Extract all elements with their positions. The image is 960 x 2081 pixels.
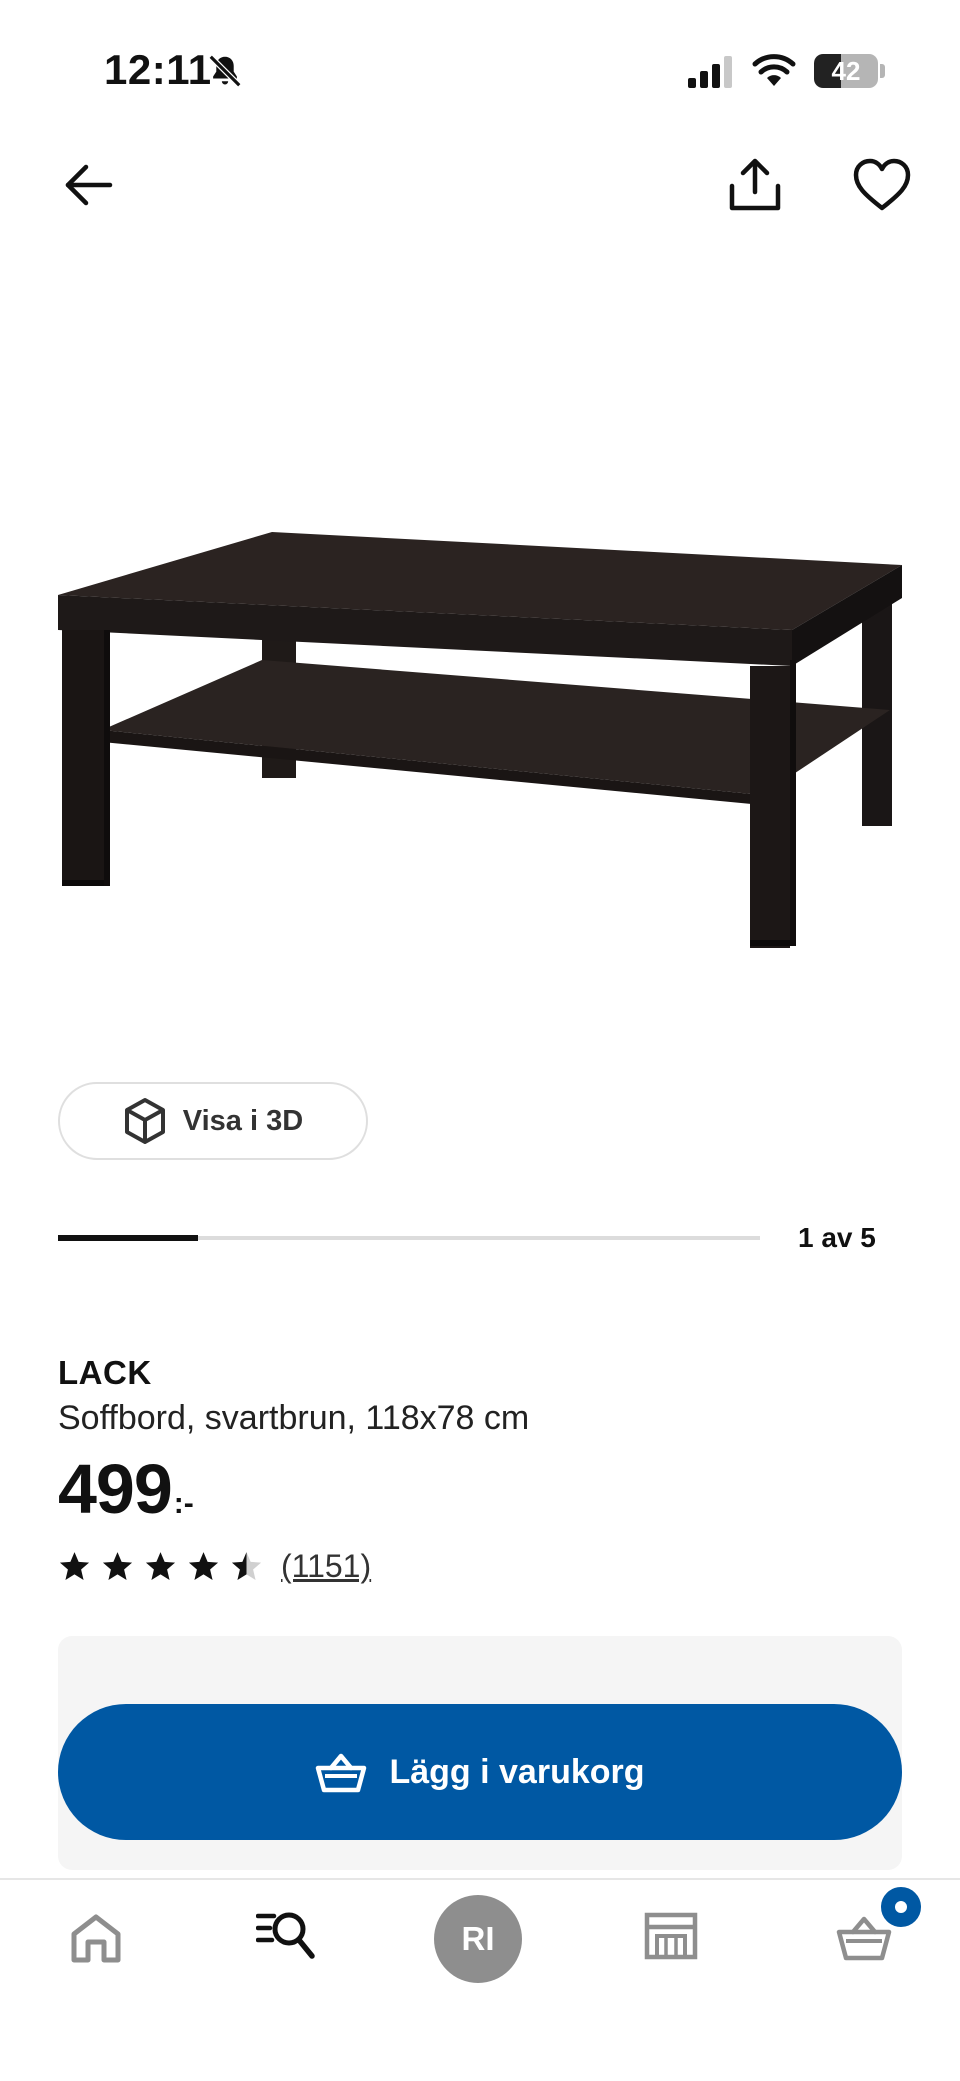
star-icon (59, 1552, 90, 1580)
battery-level: 42 (831, 55, 861, 86)
bell-slash-icon (208, 54, 242, 88)
review-count[interactable]: (1151) (281, 1548, 371, 1585)
tab-bar-divider (0, 1878, 960, 1880)
store-icon[interactable] (644, 1912, 698, 1960)
product-description: Soffbord, svartbrun, 118x78 cm (58, 1399, 530, 1437)
cellular-signal-icon (688, 56, 732, 88)
wifi-icon (752, 54, 796, 86)
star-icon (145, 1552, 176, 1580)
gallery-position: 1 av 5 (798, 1222, 876, 1253)
add-to-cart-label: Lägg i varukorg (389, 1752, 645, 1791)
star-icon (231, 1552, 262, 1580)
arrow-left-icon[interactable] (60, 156, 118, 214)
product-image[interactable] (50, 520, 910, 960)
product-name: LACK (58, 1354, 152, 1391)
battery-tip (880, 64, 885, 78)
add-to-cart-button[interactable]: Lägg i varukorg (58, 1704, 902, 1840)
rating[interactable]: (1151) (58, 1548, 371, 1585)
price: 499 :- (58, 1452, 194, 1526)
gallery-progress (58, 1235, 760, 1241)
cube-icon (124, 1098, 165, 1144)
price-suffix: :- (173, 1487, 194, 1520)
heart-icon[interactable] (852, 156, 912, 214)
share-icon[interactable] (726, 156, 784, 214)
search-icon[interactable] (256, 1908, 318, 1962)
star-icon (188, 1552, 219, 1580)
home-icon[interactable] (68, 1912, 124, 1964)
cart-badge (878, 1884, 924, 1930)
view-3d-button[interactable]: Visa i 3D (58, 1082, 368, 1160)
basket-icon (316, 1753, 367, 1793)
battery-icon: 42 (814, 54, 878, 88)
price-amount: 499 (58, 1450, 173, 1528)
profile-avatar[interactable]: RI (434, 1895, 522, 1983)
status-time: 12:11 (104, 46, 212, 93)
view-3d-label: Visa i 3D (182, 1104, 304, 1137)
star-icon (102, 1552, 133, 1580)
gallery-progress-fill (58, 1235, 199, 1241)
